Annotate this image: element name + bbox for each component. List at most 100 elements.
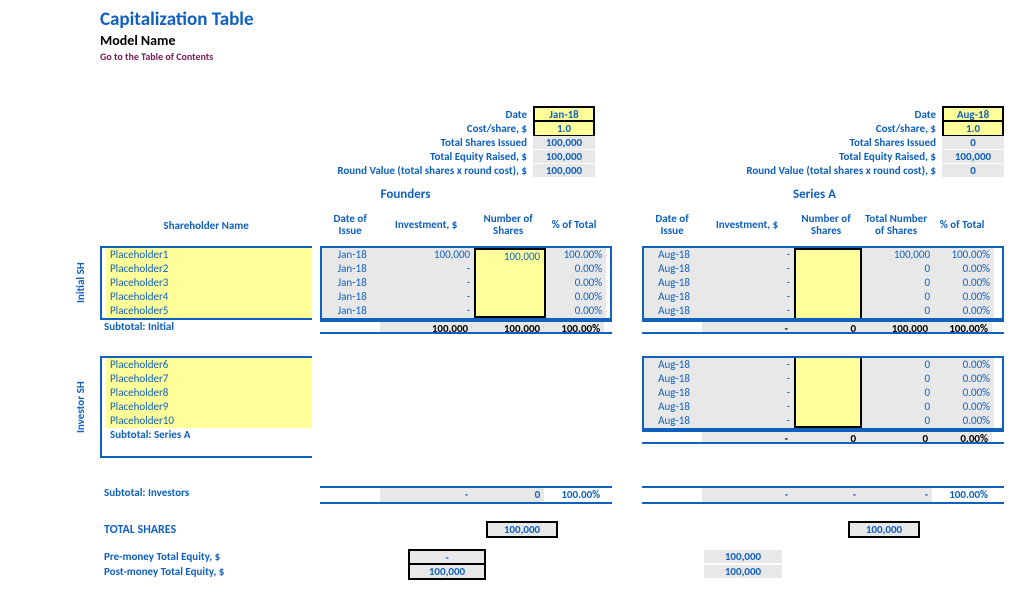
col-date: Date of Issue (320, 204, 380, 246)
cell-value: 100,000 (860, 322, 932, 332)
table-row: Aug-18-00.00% (644, 358, 1002, 372)
investor-sh-label: Investor SH (74, 358, 87, 456)
col-shares: Number of Shares (792, 204, 860, 246)
founders-shares: 100,000 (533, 136, 595, 149)
cell-investment: - (704, 262, 794, 276)
cell-shares[interactable] (794, 358, 862, 372)
cell-total-shares: 0 (862, 372, 934, 386)
cell-pct: 0.00% (934, 262, 994, 276)
cell-shares[interactable] (794, 386, 862, 400)
shareholder-name-cell[interactable]: Placeholder3 (106, 276, 312, 290)
label-cost: Cost/share, $ (625, 122, 942, 135)
cell-pct: 0.00% (934, 290, 994, 304)
cell-shares[interactable] (474, 304, 546, 318)
shareholder-name-cell[interactable]: Placeholder10 (106, 414, 312, 428)
cell-shares[interactable] (474, 276, 546, 290)
cell-pct: 0.00% (934, 414, 994, 428)
shareholder-name-cell[interactable]: Placeholder4 (106, 290, 312, 304)
shareholder-name-cell[interactable]: Placeholder9 (106, 400, 312, 414)
cell-date: Aug-18 (644, 358, 704, 372)
seriesa-equity: 100,000 (942, 150, 1004, 163)
subtotal-initial-label: Subtotal: Initial (100, 320, 312, 334)
cell-date: Aug-18 (644, 386, 704, 400)
cell-date: Aug-18 (644, 262, 704, 276)
cell-date: Jan-18 (322, 276, 382, 290)
cell-value: - (702, 488, 792, 502)
shareholder-name-cell[interactable]: Placeholder7 (106, 372, 312, 386)
cell-shares[interactable] (794, 262, 862, 276)
cell-shares[interactable] (474, 262, 546, 276)
cell-value: 100.00% (544, 322, 604, 332)
cell-investment: - (382, 262, 474, 276)
shareholder-name-cell[interactable]: Placeholder6 (106, 358, 312, 372)
col-pct: % of Total (544, 204, 604, 246)
cell-shares[interactable] (794, 400, 862, 414)
cell-investment: 100,000 (382, 248, 474, 262)
cell-value: 100.00% (932, 488, 992, 502)
founders-cost[interactable]: 1.0 (533, 120, 595, 137)
table-row: Aug-18-00.00% (644, 276, 1002, 290)
cell-date: Jan-18 (322, 248, 382, 262)
cell-value: 0 (792, 432, 860, 442)
investor-shareholders-group: Investor SH Placeholder6Placeholder7Plac… (100, 356, 312, 458)
cell-total-shares: 0 (862, 414, 934, 428)
cell-pct: 100.00% (934, 248, 994, 262)
col-date: Date of Issue (642, 204, 702, 246)
cell-value: - (792, 488, 860, 502)
cell-investment: - (704, 248, 794, 262)
cell-shares[interactable] (794, 372, 862, 386)
subtotal-initial-founders: 100,000 100,000 100.00% (320, 320, 612, 334)
label-shares: Total Shares Issued (216, 136, 533, 149)
cell-value: 100.00% (932, 322, 992, 332)
cell-total-shares: 100,000 (862, 248, 934, 262)
cell-value: 100,000 (472, 322, 544, 332)
shareholder-name-cell[interactable]: Placeholder1 (106, 248, 312, 262)
seriesa-data-block: Date of Issue Investment, $ Number of Sh… (642, 204, 1004, 458)
seriesa-section-title: Series A (625, 187, 1004, 202)
pre-money-seriesa: 100,000 (704, 550, 782, 563)
table-row: Jan-18-0.00% (322, 276, 610, 290)
shareholder-name-cell[interactable]: Placeholder5 (106, 304, 312, 318)
cell-value: 0 (472, 488, 544, 502)
table-row: Jan-18-0.00% (322, 262, 610, 276)
cell-date: Aug-18 (644, 372, 704, 386)
cell-date: Aug-18 (644, 304, 704, 318)
initial-sh-label: Initial SH (74, 248, 87, 318)
post-money-founders: 100,000 (408, 563, 486, 580)
cell-date: Jan-18 (322, 304, 382, 318)
cell-pct: 0.00% (934, 358, 994, 372)
cell-shares[interactable] (794, 276, 862, 290)
cell-pct: 0.00% (934, 276, 994, 290)
cell-shares[interactable] (794, 414, 862, 428)
table-of-contents-link[interactable]: Go to the Table of Contents (100, 50, 1004, 63)
cell-shares[interactable] (794, 248, 862, 262)
cell-value: - (860, 488, 932, 502)
cell-value: 0 (860, 432, 932, 442)
cell-shares[interactable] (794, 304, 862, 318)
shareholder-name-cell[interactable]: Placeholder8 (106, 386, 312, 400)
cell-shares[interactable]: 100,000 (474, 248, 546, 262)
cell-date: Jan-18 (322, 290, 382, 304)
cell-shares[interactable] (794, 290, 862, 304)
founders-equity: 100,000 (533, 150, 595, 163)
cell-investment: - (704, 414, 794, 428)
total-shares-label: TOTAL SHARES (100, 523, 318, 537)
cell-investment: - (704, 276, 794, 290)
cell-pct: 0.00% (934, 304, 994, 318)
cell-date: Aug-18 (644, 414, 704, 428)
cell-value: 0.00% (932, 432, 992, 442)
table-row: Aug-18-100,000100.00% (644, 248, 1002, 262)
cell-shares[interactable] (474, 290, 546, 304)
subtotal-investors-founders: - 0 100.00% (320, 486, 612, 504)
seriesa-cost[interactable]: 1.0 (942, 120, 1004, 137)
cell-pct: 0.00% (546, 290, 606, 304)
cell-investment: - (382, 304, 474, 318)
cell-date: Aug-18 (644, 400, 704, 414)
shareholder-name-cell[interactable]: Placeholder2 (106, 262, 312, 276)
cell-value: - (380, 488, 472, 502)
cell-total-shares: 0 (862, 290, 934, 304)
cell-total-shares: 0 (862, 358, 934, 372)
cell-total-shares: 0 (862, 304, 934, 318)
cell-pct: 0.00% (934, 386, 994, 400)
label-date: Date (216, 108, 533, 121)
